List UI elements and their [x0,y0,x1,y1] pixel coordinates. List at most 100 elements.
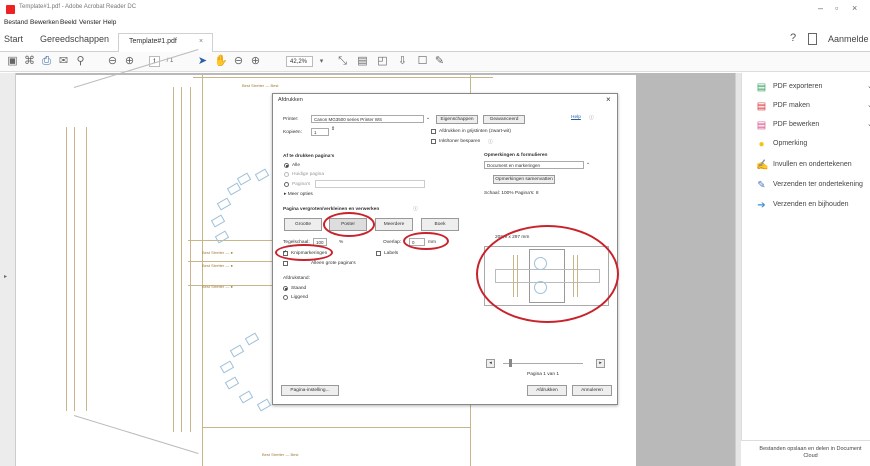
zoom-dropdown-icon[interactable]: ▾ [315,55,328,68]
booklet-mode-button[interactable]: Boek [421,218,459,231]
full-screen-icon[interactable]: ◰ [376,55,389,68]
acrobat-logo-icon [6,5,15,14]
zoom-select[interactable]: 42,2% [286,56,313,67]
printer-select[interactable]: Canon MG3500 series Printer WS [311,115,424,123]
preview-slider-track[interactable] [503,363,583,364]
menu-bewerken[interactable]: Bewerken [30,19,59,26]
menu-bestand[interactable]: Bestand [4,19,28,26]
menu-help[interactable]: Help [103,19,116,26]
expand-left-icon[interactable]: ▸ [4,273,7,280]
read-mode-icon[interactable]: ⇩ [396,55,409,68]
tool-comment[interactable]: ● Opmerking [756,138,870,152]
chevron-down-icon[interactable]: ⌄ [426,116,430,121]
artwork-line [73,415,199,454]
tool-send-track[interactable]: ➔ Verzenden en bijhouden [756,199,870,213]
pages-current-radio[interactable] [284,172,289,177]
landscape-radio[interactable] [283,295,288,300]
previous-page-icon[interactable]: ⊖ [106,55,119,68]
create-pdf-icon: ▤ [756,101,767,112]
scale-text: Schaal: 100% Pagina's: 8 [484,191,539,196]
labels-checkbox[interactable] [376,251,381,256]
print-button[interactable]: Afdrukken [527,385,567,396]
pages-range-input[interactable] [315,180,425,188]
comment-tool-icon[interactable]: ☐ [416,55,429,68]
artwork-label: Best Stretter — Best [262,452,299,457]
save-icon[interactable]: ⌘ [23,55,36,68]
print-icon[interactable]: ⎙ [40,55,53,68]
large-pages-checkbox[interactable] [283,261,288,266]
dialog-close-icon[interactable]: × [606,95,611,104]
copies-stepper-icon[interactable]: ⇕ [331,127,335,132]
chevron-down-icon[interactable]: ⌄ [586,161,590,166]
menu-venster[interactable]: Venster [79,19,101,26]
rosette-petal [226,182,242,196]
tab-document[interactable]: Template#1.pdf × [118,33,213,52]
tool-label: PDF exporteren [773,83,823,90]
tab-close-icon[interactable]: × [199,38,203,45]
copies-label: Kopieën: [283,130,302,135]
menu-beeld[interactable]: Beeld [60,19,77,26]
export-pdf-icon: ▤ [756,82,767,93]
tool-export-pdf[interactable]: ▤ PDF exporteren ⌄ [756,81,870,95]
fit-page-icon[interactable]: ⤡ [336,55,349,68]
info-icon[interactable]: ⓘ [488,138,493,145]
tool-send-sign[interactable]: ✎ Verzenden ter ondertekening [756,179,870,193]
multiple-mode-button[interactable]: Meerdere [375,218,413,231]
maximize-button[interactable]: ▫ [835,3,838,13]
help-link[interactable]: Help [571,115,581,120]
comments-heading: Opmerkingen & formulieren [484,153,548,158]
preview-next-button[interactable]: ▸ [596,359,605,368]
comment-icon: ● [758,139,765,150]
zoom-in-icon[interactable]: ⊕ [249,55,262,68]
cancel-button[interactable]: Annuleren [572,385,612,396]
artwork-label: Best Stretter — ● [202,250,233,255]
page-setup-button[interactable]: Pagina-instelling... [281,385,339,396]
size-mode-button[interactable]: Grootte [284,218,322,231]
preview-prev-button[interactable]: ◂ [486,359,495,368]
copies-input[interactable]: 1 [311,128,329,136]
minimize-button[interactable]: – [818,3,823,13]
create-icon[interactable]: ▣ [6,55,19,68]
help-icon[interactable]: ? [790,32,796,44]
tab-tools[interactable]: Gereedschappen [40,34,109,44]
summarize-comments-button[interactable]: Opmerkingen samenvatten [493,175,555,184]
sign-in-link[interactable]: Aanmelde [828,34,869,44]
advanced-button[interactable]: Geavanceerd [483,115,525,124]
pages-range-radio[interactable] [284,182,289,187]
ink-saver-checkbox[interactable] [431,139,436,144]
grayscale-checkbox[interactable] [431,129,436,134]
pen-tool-icon[interactable]: ✎ [433,55,446,68]
tool-create-pdf[interactable]: ▤ PDF maken ⌄ [756,100,870,114]
info-icon[interactable]: ⓘ [589,114,594,121]
print-dialog: Afdrukken × Printer: Canon MG3500 series… [272,93,619,405]
rosette-petal [244,332,260,346]
next-page-icon[interactable]: ⊕ [123,55,136,68]
close-window-button[interactable]: × [852,3,857,13]
info-icon[interactable]: ⓘ [413,205,418,212]
tab-start[interactable]: Start [4,34,23,44]
zoom-out-icon[interactable]: ⊖ [232,55,245,68]
preview-slider-thumb[interactable] [509,359,512,367]
fill-sign-icon: ✍ [756,160,769,171]
artwork-line [188,261,278,262]
scroll-mode-icon[interactable]: ▤ [356,55,369,68]
tools-panel: ▤ PDF exporteren ⌄ ▤ PDF maken ⌄ ▤ PDF b… [741,73,870,466]
comments-select[interactable]: Document en markeringen [484,161,584,169]
notifications-icon[interactable] [808,33,817,45]
portrait-radio[interactable] [283,286,288,291]
tool-edit-pdf[interactable]: ▤ PDF bewerken ⌄ [756,119,870,133]
artwork-line [86,127,87,411]
email-icon[interactable]: ✉ [57,55,70,68]
document-cloud-footer[interactable]: Bestanden opslaan en delen in Document C… [741,440,870,466]
left-nav-strip[interactable]: ▸ [0,73,16,466]
tool-fill-sign[interactable]: ✍ Invullen en ondertekenen [756,159,870,173]
select-cursor-icon[interactable]: ➤ [196,55,209,68]
send-track-icon: ➔ [757,200,766,211]
window-title: Template#1.pdf - Adobe Acrobat Reader DC [19,4,137,10]
tab-bar: Start Gereedschappen Template#1.pdf × ? … [0,30,870,52]
hand-tool-icon[interactable]: ✋ [214,55,228,68]
pages-all-radio[interactable] [284,163,289,168]
more-options-toggle[interactable]: ▸ Meer opties [284,192,313,197]
properties-button[interactable]: Eigenschappen [436,115,478,124]
search-icon[interactable]: ⚲ [74,55,87,68]
